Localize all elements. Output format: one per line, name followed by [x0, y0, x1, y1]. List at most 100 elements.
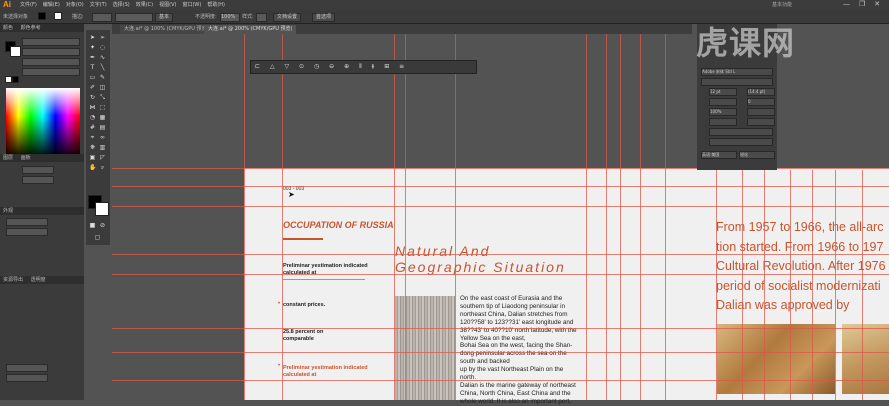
menu-view[interactable]: 视图(V) [159, 1, 176, 8]
kinsoku-field[interactable] [709, 138, 773, 146]
m-slider[interactable] [22, 48, 80, 56]
menu-effect[interactable]: 效果(C) [136, 1, 153, 8]
auto-field[interactable] [709, 128, 773, 136]
export-row[interactable] [6, 374, 48, 382]
rotate-tool-icon[interactable]: ↻ [89, 94, 96, 101]
appearance-row[interactable] [6, 218, 48, 226]
distribute-v-icon[interactable]: ⫵ [372, 63, 375, 70]
tab-color[interactable]: 颜色 [3, 25, 13, 31]
paintbrush-tool-icon[interactable]: ✎ [99, 74, 106, 81]
distribute-icon[interactable]: ⊙ [299, 63, 304, 70]
white-swatch[interactable] [5, 76, 12, 83]
line-tool-icon[interactable]: ╲ [99, 64, 106, 71]
appearance-row[interactable] [6, 228, 48, 236]
shape-builder-tool-icon[interactable]: ◔ [89, 114, 96, 121]
horizontal-scale-field[interactable] [747, 108, 775, 116]
lasso-tool-icon[interactable]: ◌ [99, 44, 106, 51]
pen-tool-icon[interactable]: ✒ [89, 54, 96, 61]
stroke-swatch[interactable] [54, 12, 62, 20]
graph-tool-icon[interactable]: ▥ [99, 144, 106, 151]
brush-style-dropdown[interactable]: 基本 [155, 13, 174, 22]
opacity-field[interactable]: 100% [220, 13, 240, 22]
symbol-sprayer-tool-icon[interactable]: ❋ [89, 144, 96, 151]
k-slider[interactable] [22, 68, 80, 76]
font-family-field[interactable]: Adobe 宋体 Std L [701, 68, 773, 76]
perspective-grid-tool-icon[interactable]: ▦ [99, 114, 106, 121]
rotation-field[interactable] [747, 118, 775, 126]
align-middle-icon[interactable]: ⊖ [329, 63, 334, 70]
color-mode-icon[interactable]: ■ [89, 222, 96, 229]
vertical-scale-field[interactable]: 100% [709, 108, 737, 116]
panel-menu-icon[interactable]: ≡ [399, 63, 404, 70]
wood-texture-image[interactable] [395, 296, 455, 400]
distribute-h-icon[interactable]: ⫴ [359, 63, 362, 70]
magic-wand-tool-icon[interactable]: ✦ [89, 44, 96, 51]
document-setup-button[interactable]: 文档设置 [273, 13, 302, 22]
menu-edit[interactable]: 编辑(E) [43, 1, 60, 8]
align-bottom-icon[interactable]: ⊕ [344, 63, 349, 70]
font-size-field[interactable]: 12 pt [709, 88, 737, 96]
align-to-icon[interactable]: ⊞ [384, 63, 389, 70]
tab-transparency[interactable]: 透明度 [31, 277, 46, 283]
curvature-tool-icon[interactable]: ∿ [99, 54, 106, 61]
layer-row[interactable] [22, 166, 54, 174]
tab-asset-export[interactable]: 资源导出 [3, 277, 23, 283]
align-left-icon[interactable]: ⊏ [255, 63, 260, 70]
wood-grain-image-2[interactable] [842, 324, 889, 394]
kerning-field[interactable] [709, 98, 737, 106]
stroke-color-swatch[interactable] [10, 46, 21, 57]
menu-window[interactable]: 窗口(W) [182, 1, 201, 8]
pencil-tool-icon[interactable]: ✐ [89, 84, 96, 91]
wood-grain-image[interactable] [717, 324, 835, 394]
color-spectrum[interactable] [6, 88, 80, 158]
tab-color-guide[interactable]: 颜色参考 [21, 25, 41, 31]
tab-artboards[interactable]: 画板 [21, 155, 31, 161]
language-field[interactable]: 英语:美国 [701, 151, 737, 159]
stroke-indicator[interactable] [95, 202, 109, 216]
black-swatch[interactable] [12, 76, 19, 83]
none-mode-icon[interactable]: ⊘ [99, 222, 106, 229]
export-row[interactable] [6, 364, 48, 372]
artboard-tool-icon[interactable]: ▣ [89, 154, 96, 161]
menu-object[interactable]: 对象(O) [66, 1, 84, 8]
tab-appearance[interactable]: 外观 [3, 208, 13, 214]
gradient-tool-icon[interactable]: ▤ [99, 124, 106, 131]
type-tool-icon[interactable]: T [89, 64, 96, 71]
baseline-shift-field[interactable] [709, 118, 737, 126]
maximize-icon[interactable]: ❐ [859, 0, 865, 8]
scale-tool-icon[interactable]: ⤡ [99, 94, 106, 101]
doc-tab-2[interactable]: 大连.ai* @ 200% (CMYK/GPU 预览) [204, 25, 297, 34]
c-slider[interactable] [22, 38, 80, 46]
blend-tool-icon[interactable]: ∞ [99, 134, 106, 141]
graphic-style-swatch[interactable] [256, 13, 267, 22]
screen-mode-icon[interactable]: ▢ [94, 234, 101, 241]
zoom-tool-icon[interactable]: ⌕ [99, 164, 106, 171]
eyedropper-tool-icon[interactable]: ⌖ [89, 134, 96, 141]
rectangle-tool-icon[interactable]: ▭ [89, 74, 96, 81]
doc-tab-1[interactable]: 大连.ai* @ 100% (CMYK/GPU 预览) [120, 25, 213, 34]
font-style-field[interactable] [701, 78, 773, 86]
y-slider[interactable] [22, 58, 80, 66]
fill-swatch[interactable] [38, 12, 46, 20]
menu-type[interactable]: 文字(T) [90, 1, 107, 8]
menu-file[interactable]: 文件(F) [20, 1, 37, 8]
variable-width-profile[interactable] [115, 13, 153, 22]
slice-tool-icon[interactable]: ◸ [99, 154, 106, 161]
workspace-switcher[interactable]: 基本功能 [772, 1, 792, 8]
align-right-icon[interactable]: ▽ [285, 63, 290, 70]
mesh-tool-icon[interactable]: # [89, 124, 96, 131]
preferences-button[interactable]: 首选项 [312, 13, 336, 22]
direct-selection-tool-icon[interactable]: ➢ [99, 34, 106, 41]
tracking-field[interactable]: 0 [747, 98, 775, 106]
tab-layers[interactable]: 图层 [3, 155, 13, 161]
hand-tool-icon[interactable]: ✋ [89, 164, 96, 171]
free-transform-tool-icon[interactable]: ⬚ [99, 104, 106, 111]
minimize-icon[interactable]: — [843, 0, 850, 8]
layer-row[interactable] [22, 176, 54, 184]
close-icon[interactable]: ✕ [874, 0, 880, 8]
leading-field[interactable]: (14.4 pt) [747, 88, 775, 96]
eraser-tool-icon[interactable]: ◫ [99, 84, 106, 91]
menu-help[interactable]: 帮助(H) [207, 1, 225, 8]
selection-tool-icon[interactable]: ➤ [89, 34, 96, 41]
menu-select[interactable]: 选择(S) [113, 1, 130, 8]
